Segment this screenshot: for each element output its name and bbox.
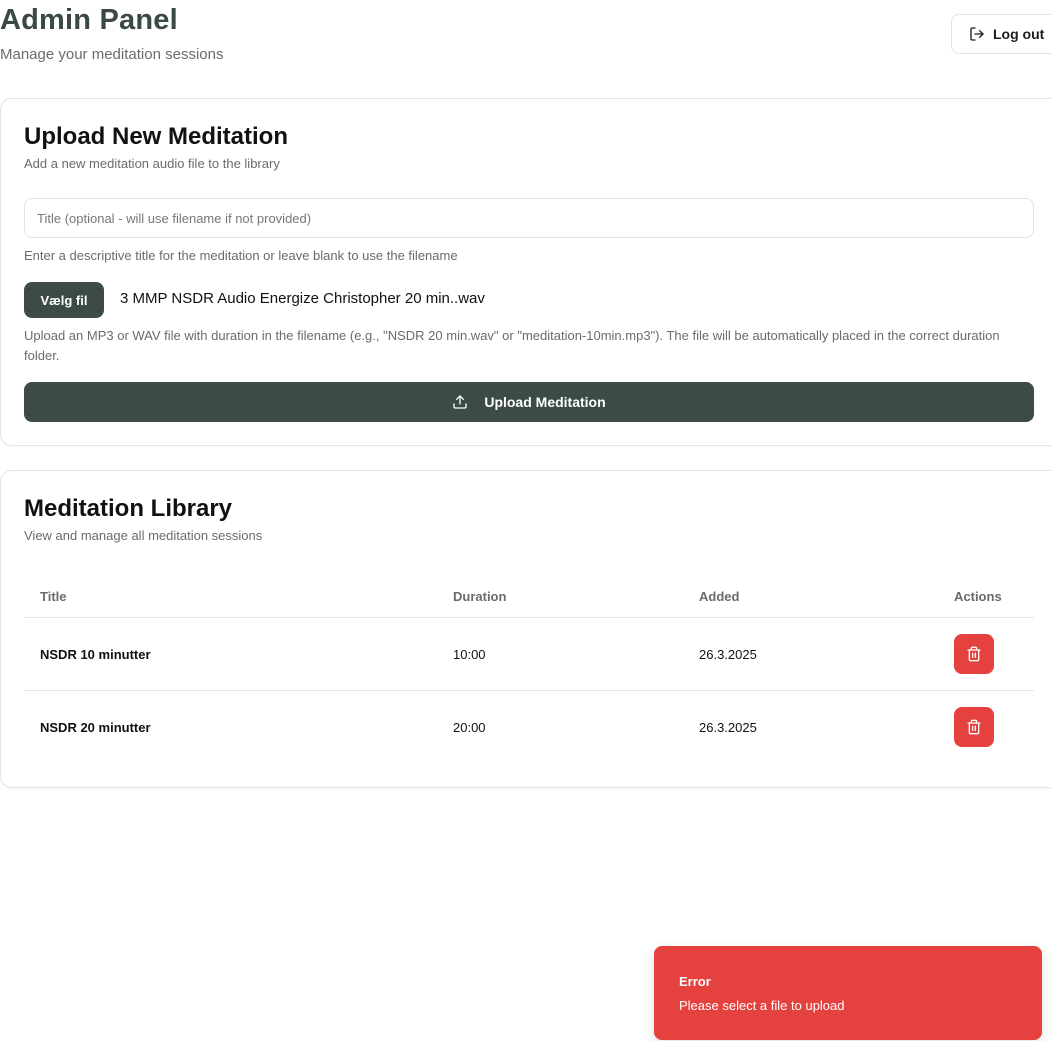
row-duration: 10:00	[453, 647, 486, 662]
toast-message: Please select a file to upload	[679, 998, 845, 1013]
file-helper-text: Upload an MP3 or WAV file with duration …	[24, 328, 1000, 363]
table-row: NSDR 10 minutter 10:00 26.3.2025	[24, 618, 1034, 691]
upload-card-description: Add a new meditation audio file to the l…	[24, 156, 280, 171]
column-header-duration: Duration	[453, 589, 507, 604]
delete-button[interactable]	[954, 634, 994, 674]
selected-file-name: 3 MMP NSDR Audio Energize Christopher 20…	[120, 290, 485, 307]
trash-icon	[967, 719, 981, 735]
log-out-icon	[970, 27, 984, 41]
page-subtitle: Manage your meditation sessions	[0, 46, 224, 63]
row-title: NSDR 10 minutter	[40, 647, 151, 662]
meditation-table: Title Duration Added Actions NSDR 10 min…	[24, 575, 1034, 764]
library-card-description: View and manage all meditation sessions	[24, 528, 263, 543]
library-card-title: Meditation Library	[24, 495, 233, 522]
upload-card: Upload New Meditation Add a new meditati…	[0, 98, 1052, 446]
table-row: NSDR 20 minutter 20:00 26.3.2025	[24, 691, 1034, 764]
upload-icon	[453, 395, 467, 409]
choose-file-button[interactable]: Vælg fil	[24, 282, 104, 318]
logout-button[interactable]: Log out	[951, 14, 1052, 54]
logout-label: Log out	[993, 26, 1045, 42]
title-helper-text: Enter a descriptive title for the medita…	[24, 248, 458, 263]
library-card: Meditation Library View and manage all m…	[0, 470, 1052, 788]
column-header-title: Title	[40, 589, 67, 604]
delete-button[interactable]	[954, 707, 994, 747]
table-header: Title Duration Added Actions	[24, 575, 1034, 618]
upload-card-title: Upload New Meditation	[24, 123, 288, 150]
row-added: 26.3.2025	[699, 720, 757, 735]
column-header-actions: Actions	[954, 589, 1002, 604]
toast-title: Error	[679, 974, 711, 989]
page-title: Admin Panel	[0, 4, 178, 36]
page-header: Admin Panel Manage your meditation sessi…	[0, 0, 1052, 80]
title-input[interactable]	[24, 198, 1034, 238]
row-duration: 20:00	[453, 720, 486, 735]
error-toast[interactable]: Error Please select a file to upload	[654, 946, 1042, 1040]
row-title: NSDR 20 minutter	[40, 720, 151, 735]
column-header-added: Added	[699, 589, 740, 604]
upload-meditation-label: Upload Meditation	[484, 394, 606, 410]
trash-icon	[967, 646, 981, 662]
row-added: 26.3.2025	[699, 647, 757, 662]
upload-meditation-button[interactable]: Upload Meditation	[24, 382, 1034, 422]
